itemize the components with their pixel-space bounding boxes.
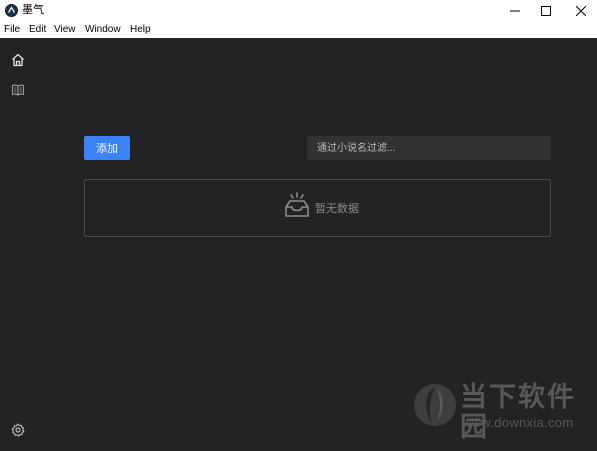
- watermark-url: www.downxia.com: [462, 415, 574, 430]
- sidebar: [0, 38, 36, 451]
- book-icon: [11, 84, 25, 96]
- menu-bar: File Edit View Window Help: [0, 22, 597, 38]
- watermark-logo-icon: [414, 384, 456, 426]
- close-icon: [575, 6, 586, 16]
- menu-edit[interactable]: Edit: [29, 24, 46, 36]
- maximize-icon: [540, 6, 551, 16]
- empty-state-panel: 暂无数据: [84, 179, 551, 237]
- settings-icon: [11, 423, 25, 437]
- home-icon: [12, 53, 24, 67]
- maximize-button[interactable]: [531, 0, 560, 22]
- empty-state-text: 暂无数据: [315, 203, 359, 215]
- sidebar-item-settings[interactable]: [10, 422, 26, 438]
- window-title: 墨气: [22, 4, 44, 16]
- minimize-button[interactable]: [500, 0, 529, 22]
- sidebar-item-books[interactable]: [10, 82, 26, 98]
- menu-view[interactable]: View: [54, 24, 76, 36]
- app-logo-icon: [5, 4, 18, 17]
- minimize-icon: [509, 10, 520, 12]
- menu-help[interactable]: Help: [130, 24, 151, 36]
- novel-filter-input[interactable]: [307, 136, 551, 160]
- menu-window[interactable]: Window: [85, 24, 121, 36]
- add-button[interactable]: 添加: [84, 136, 130, 160]
- title-bar: 墨气: [0, 0, 597, 22]
- sidebar-item-home[interactable]: [10, 52, 26, 68]
- empty-inbox-icon: [285, 192, 309, 217]
- watermark-brand: 当下软件园: [460, 382, 576, 442]
- menu-file[interactable]: File: [4, 24, 20, 36]
- close-button[interactable]: [566, 0, 595, 22]
